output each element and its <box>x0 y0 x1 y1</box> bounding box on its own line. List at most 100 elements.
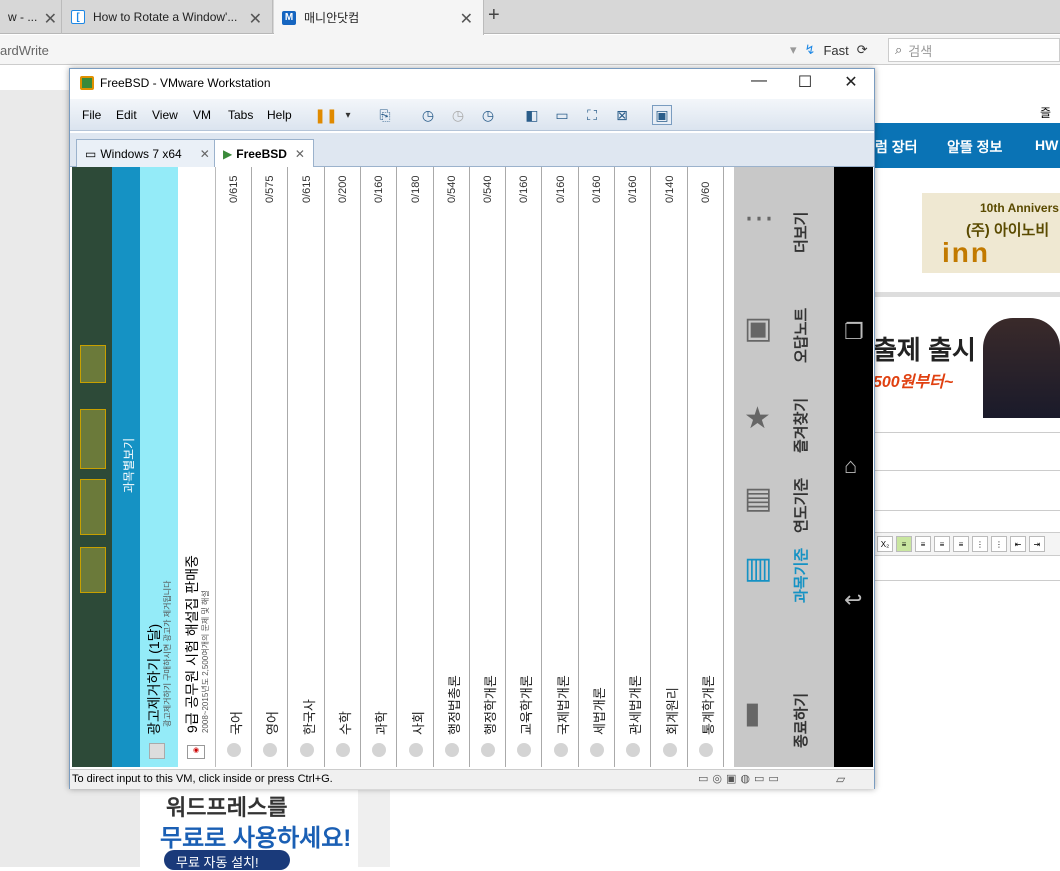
snapshot-manager-icon[interactable]: ◷ <box>478 105 498 125</box>
subject-column[interactable]: 0/200 수학 <box>324 167 361 767</box>
dropdown-icon[interactable]: ▾ <box>790 42 797 58</box>
subject-radio[interactable] <box>517 743 532 757</box>
align-right-button[interactable]: ≡ <box>934 536 950 552</box>
subject-radio[interactable] <box>590 743 604 757</box>
subject-column[interactable]: 0/575 영어 <box>252 167 289 767</box>
subject-column[interactable]: 0/160 과학 <box>361 167 398 767</box>
subject-column[interactable]: 0/140 회계원리 <box>651 167 688 767</box>
bullet-list-button[interactable]: ⋮ <box>991 536 1007 552</box>
nav-item[interactable]: ▥ 과목기준 <box>734 527 834 607</box>
subject-radio[interactable] <box>408 743 423 757</box>
menu-help[interactable]: Help <box>267 108 292 122</box>
search-input[interactable]: ⌕ 검색 <box>888 38 1060 62</box>
vm-tab-freebsd[interactable]: ▶ FreeBSD ✕ <box>214 139 314 168</box>
subject-column[interactable]: 0/160 세법개론 <box>579 167 615 767</box>
subject-radio[interactable] <box>698 743 713 757</box>
subject-radio[interactable] <box>299 743 314 757</box>
numbered-list-button[interactable]: ⋮ <box>972 536 988 552</box>
nav-item-deals[interactable]: 알뜰 정보 <box>947 137 1002 157</box>
subject-radio[interactable] <box>227 743 241 757</box>
close-icon[interactable]: ✕ <box>828 72 874 92</box>
outdent-button[interactable]: ⇤ <box>1010 536 1026 552</box>
revert-snapshot-icon[interactable]: ◷ <box>448 105 468 125</box>
unity-icon[interactable]: ⊠ <box>612 105 632 125</box>
close-icon[interactable]: ✕ <box>295 147 305 161</box>
subject-radio[interactable] <box>626 743 641 757</box>
menu-view[interactable]: View <box>152 108 178 122</box>
library-icon[interactable]: ◧ <box>522 105 542 125</box>
reload-icon[interactable]: ⟳ <box>857 42 868 58</box>
ad-remove-column[interactable]: 광고제거하기 (1달) 광고제거하기 구매하시면 광고가 제거됩니다 <box>140 167 178 767</box>
banner-4[interactable] <box>80 547 106 593</box>
subject-column[interactable]: 0/60 통계학개론 <box>687 167 724 767</box>
close-icon[interactable]: ✕ <box>460 9 473 29</box>
banner-2[interactable] <box>80 409 106 469</box>
browser-tab-3[interactable]: M 매니안닷컴 ✕ <box>274 0 484 35</box>
browser-tab-2[interactable]: [ How to Rotate a Window'... ✕ <box>63 0 273 34</box>
subject-column[interactable]: 0/540 행정법총론 <box>433 167 470 767</box>
subject-column[interactable]: 0/540 행정학개론 <box>470 167 507 767</box>
subject-radio[interactable] <box>444 743 459 757</box>
message-icon[interactable]: ▱ <box>836 772 845 786</box>
subject-column[interactable]: 0/615 한국사 <box>288 167 325 767</box>
subject-radio[interactable] <box>481 743 496 757</box>
chevron-down-icon[interactable]: ▾ <box>338 105 358 125</box>
subject-column[interactable]: 0/180 사회 <box>397 167 434 767</box>
edit-icon[interactable] <box>149 743 165 759</box>
subject-radio[interactable] <box>553 743 568 757</box>
nav-item[interactable]: ▤ 연도기준 <box>734 457 834 537</box>
fast-label[interactable]: Fast <box>823 43 848 58</box>
device-icons[interactable]: ▭◎▣◍▭▭ <box>698 772 783 785</box>
wordpress-ad[interactable]: 워드프레스를 무료로 사용하세요! 무료 자동 설치! <box>158 788 358 870</box>
nav-item[interactable]: ▮ 종료하기 <box>734 672 834 752</box>
menu-edit[interactable]: Edit <box>116 108 137 122</box>
subscript-button[interactable]: X₂ <box>877 536 893 552</box>
menu-vm[interactable]: VM <box>193 108 211 122</box>
send-keys-icon[interactable]: ⎘ <box>375 105 395 125</box>
justify-button[interactable]: ≡ <box>953 536 969 552</box>
nav-item[interactable]: ▣ 오답노트 <box>734 287 834 367</box>
new-tab-button[interactable]: + <box>488 4 500 27</box>
console-view-icon[interactable]: ▣ <box>652 105 672 125</box>
nav-item-market[interactable]: 럼 장터 <box>875 137 918 157</box>
back-icon[interactable]: ↩ <box>844 587 862 613</box>
side-tab-column[interactable]: 과목별보기 <box>112 167 140 767</box>
subject-column[interactable]: 0/160 국제법개론 <box>542 167 579 767</box>
subject-radio[interactable] <box>662 743 677 757</box>
menu-file[interactable]: File <box>82 108 101 122</box>
fullscreen-icon[interactable]: ⛶ <box>582 105 602 125</box>
vm-tab-windows7[interactable]: ▭ Windows 7 x64 ✕ <box>76 139 219 167</box>
subject-radio[interactable] <box>372 743 387 757</box>
pause-icon[interactable]: ❚❚ <box>314 105 337 125</box>
subject-radio[interactable] <box>263 743 278 757</box>
maximize-icon[interactable]: ☐ <box>782 72 828 92</box>
subject-radio[interactable] <box>335 743 350 757</box>
home-icon[interactable]: ⌂ <box>844 453 857 479</box>
close-icon[interactable]: ✕ <box>249 9 262 29</box>
anniversary-ad[interactable]: 10th Annivers (주) 아이노비 inn <box>922 193 1060 273</box>
subject-column[interactable]: 0/160 교육학개론 <box>506 167 543 767</box>
release-ad[interactable]: 출제 출시 500원부터~ <box>873 310 1060 420</box>
subject-column[interactable]: 0/615 국어 <box>216 167 252 767</box>
nav-item[interactable]: ★ 즐겨찾기 <box>734 377 834 457</box>
align-center-button[interactable]: ≡ <box>915 536 931 552</box>
nav-item[interactable]: ⋯ 더보기 <box>734 177 834 257</box>
thumbnail-icon[interactable]: ▭ <box>552 105 572 125</box>
banner-3[interactable] <box>80 479 106 535</box>
guest-screen[interactable]: 과목별보기 광고제거하기 (1달) 광고제거하기 구매하시면 광고가 제거됩니다… <box>72 167 873 767</box>
wp-ad-button[interactable]: 무료 자동 설치! <box>164 850 290 870</box>
subject-column[interactable]: 0/160 관세법개론 <box>615 167 652 767</box>
close-icon[interactable]: ✕ <box>200 147 210 161</box>
align-left-button[interactable]: ≡ <box>896 536 912 552</box>
url-input[interactable]: ardWrite <box>0 43 49 58</box>
indent-button[interactable]: ⇥ <box>1029 536 1045 552</box>
recent-apps-icon[interactable]: ❐ <box>844 319 864 345</box>
close-icon[interactable]: ✕ <box>44 9 57 29</box>
snapshot-icon[interactable]: ◷ <box>418 105 438 125</box>
menu-tabs[interactable]: Tabs <box>228 108 253 122</box>
browser-tab-1[interactable]: w - ... ✕ <box>0 0 62 34</box>
book-ad-column[interactable]: 9급 공무원 시험 해설집 판매중 2008~2015년도 2,500여개의 문… <box>178 167 216 767</box>
top-right-link[interactable]: 즐 <box>1040 104 1051 121</box>
nav-item-hw[interactable]: HW <box>1035 137 1058 153</box>
banner-1[interactable] <box>80 345 106 383</box>
